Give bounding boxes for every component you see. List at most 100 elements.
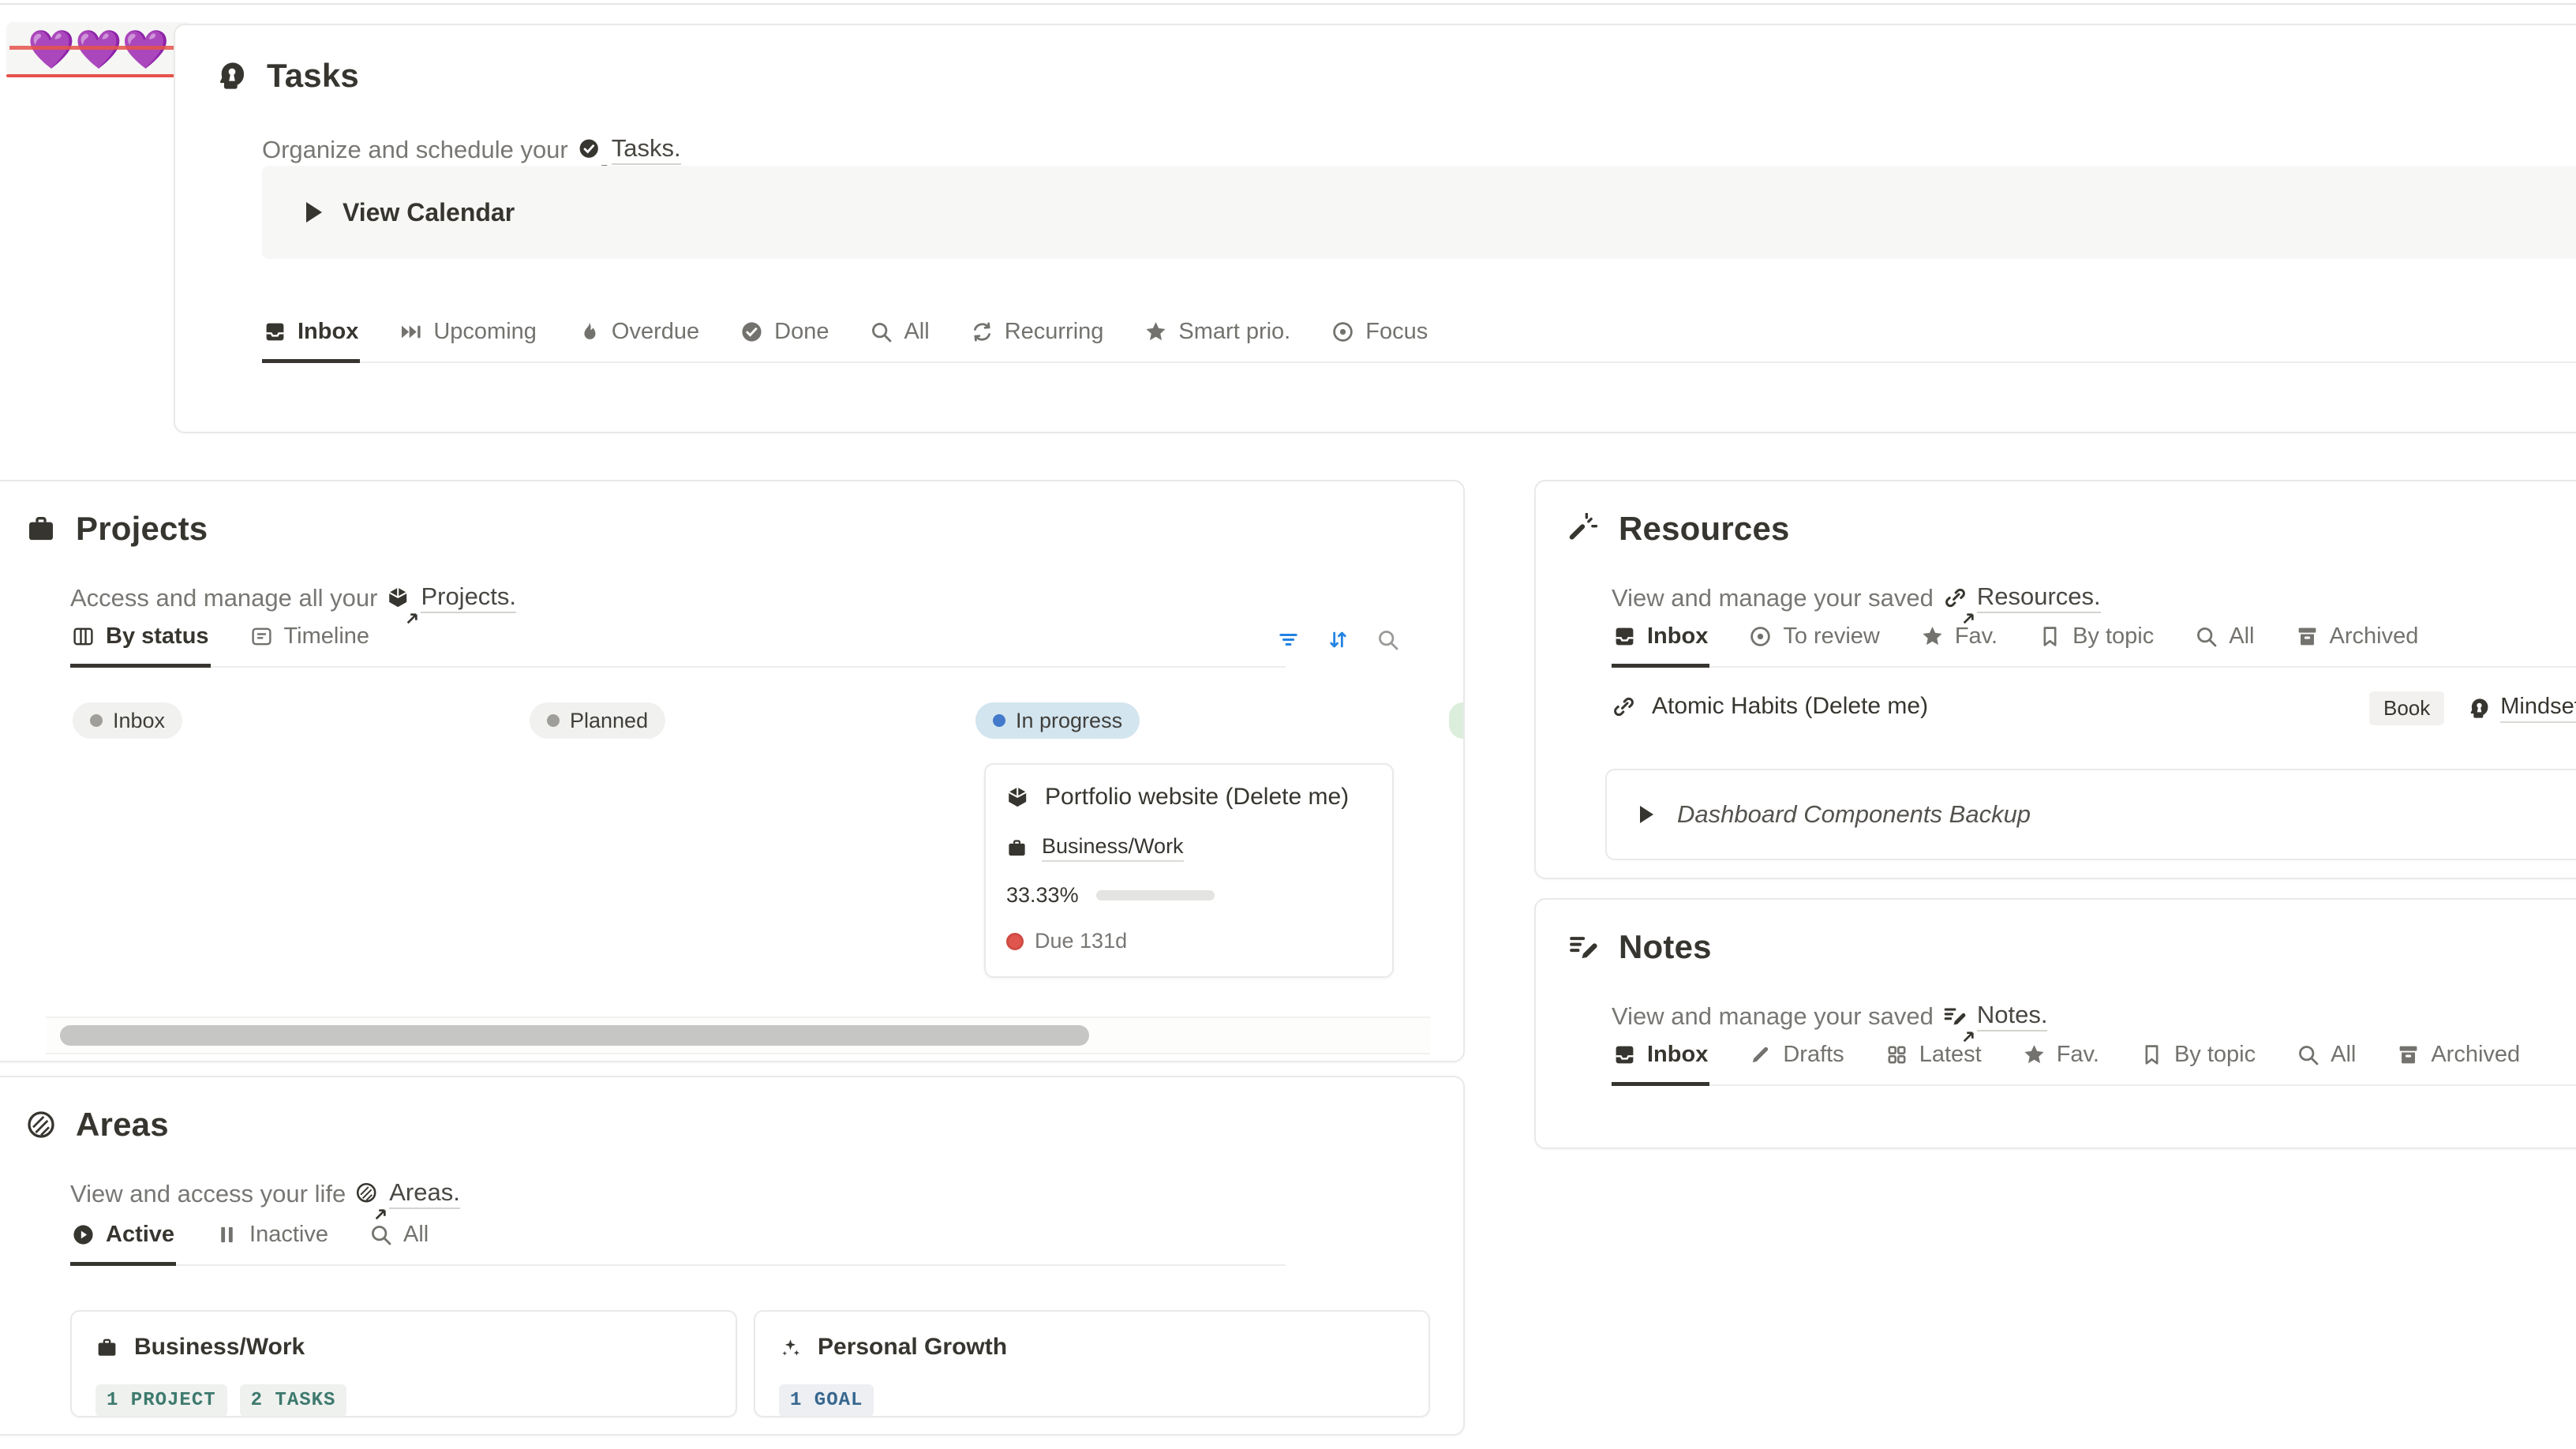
tab-smart-prio[interactable]: Smart prio. <box>1143 319 1292 363</box>
tab-active[interactable]: Active <box>70 1222 176 1266</box>
area-card-business-work[interactable]: Business/Work 1 PROJECT 2 TASKS <box>70 1310 737 1417</box>
tab-inactive[interactable]: Inactive <box>214 1222 330 1266</box>
scrollbar-track[interactable] <box>46 1017 1430 1054</box>
status-dot <box>993 714 1005 727</box>
project-area-row: Business/Work <box>1006 834 1184 862</box>
area-title: Business/Work <box>134 1334 305 1361</box>
resources-header: Resources <box>1568 510 1790 548</box>
projects-link[interactable]: Projects. <box>421 582 516 613</box>
tab-recurring[interactable]: Recurring <box>969 319 1106 363</box>
tab-by-topic[interactable]: By topic <box>2139 1042 2257 1086</box>
star-icon <box>1144 320 1167 343</box>
topic-link[interactable]: Mindset <box>2500 694 2576 723</box>
project-area-link[interactable]: Business/Work <box>1042 834 1184 862</box>
magic-wand-icon <box>1568 513 1600 545</box>
areas-link[interactable]: Areas. <box>389 1178 460 1209</box>
resource-item-row[interactable]: Atomic Habits (Delete me) <box>1612 693 1928 720</box>
tab-label: Archived <box>2330 623 2419 650</box>
tab-fav[interactable]: Fav. <box>1919 623 1999 668</box>
tasks-link[interactable]: Tasks. <box>612 134 681 165</box>
tab-all[interactable]: All <box>368 1222 430 1266</box>
hearts-text-block[interactable]: 💜💜💜 <box>6 22 191 76</box>
tab-focus[interactable]: Focus <box>1330 319 1429 363</box>
briefcase-icon <box>1006 837 1028 859</box>
resources-tabs: Inbox To review Fav. By topic All Archiv… <box>1612 623 2576 668</box>
resources-link[interactable]: Resources. <box>1977 582 2101 613</box>
bookmark-icon <box>2140 1043 2163 1066</box>
triangle-right-icon[interactable] <box>1640 806 1653 823</box>
search-icon <box>2297 1043 2320 1066</box>
search-icon <box>2195 625 2218 648</box>
tab-archived[interactable]: Archived <box>2395 1042 2522 1086</box>
tab-to-review[interactable]: To review <box>1747 623 1881 668</box>
recurring-icon <box>971 320 994 343</box>
tab-fav[interactable]: Fav. <box>2021 1042 2101 1086</box>
column-pill-planned[interactable]: Planned <box>530 702 665 739</box>
column-pill-inbox[interactable]: Inbox <box>73 702 182 739</box>
pencil-lines-icon <box>1568 931 1600 963</box>
tab-archived[interactable]: Archived <box>2294 623 2421 668</box>
link-arrow-icon <box>1943 586 1968 610</box>
column-label: In progress <box>1016 709 1122 733</box>
tab-drafts[interactable]: Drafts <box>1747 1042 1845 1086</box>
tab-overdue[interactable]: Overdue <box>576 319 701 363</box>
tab-label: Inactive <box>249 1222 328 1248</box>
tab-done[interactable]: Done <box>739 319 830 363</box>
search-icon[interactable] <box>1376 628 1399 651</box>
inbox-icon <box>1613 1043 1636 1066</box>
resources-description: View and manage your saved Resources. <box>1612 582 2101 613</box>
tab-upcoming[interactable]: Upcoming <box>398 319 538 363</box>
tab-label: Inbox <box>1647 623 1708 650</box>
bookmark-icon <box>2039 625 2061 648</box>
tab-label: Fav. <box>2057 1042 2099 1068</box>
project-item-card[interactable]: Portfolio website (Delete me) Business/W… <box>984 763 1394 978</box>
backup-toggle[interactable]: Dashboard Components Backup <box>1605 769 2576 860</box>
resource-item-meta: Book Mindset <box>2369 691 2576 725</box>
resource-title: Atomic Habits (Delete me) <box>1652 693 1928 720</box>
progress-bar <box>1096 890 1215 900</box>
tab-label: Focus <box>1365 319 1428 345</box>
tab-inbox[interactable]: Inbox <box>1612 1042 1709 1086</box>
projects-header: Projects <box>25 510 208 548</box>
notes-link[interactable]: Notes. <box>1977 1001 2048 1032</box>
topic-link-group[interactable]: Mindset <box>2468 694 2576 723</box>
timeline-icon <box>250 625 273 648</box>
tab-inbox[interactable]: Inbox <box>1612 623 1709 668</box>
tab-all[interactable]: All <box>2295 1042 2357 1086</box>
tab-label: Archived <box>2431 1042 2520 1068</box>
tab-timeline[interactable]: Timeline <box>249 623 372 668</box>
area-title: Personal Growth <box>818 1334 1007 1361</box>
tab-by-status[interactable]: By status <box>70 623 211 668</box>
tab-latest[interactable]: Latest <box>1884 1042 1983 1086</box>
view-calendar-toggle[interactable]: View Calendar <box>262 166 2576 259</box>
tab-by-topic[interactable]: By topic <box>2037 623 2155 668</box>
book-tag[interactable]: Book <box>2369 691 2444 725</box>
areas-title: Areas <box>76 1106 169 1144</box>
tab-label: Drafts <box>1783 1042 1844 1068</box>
areas-header: Areas <box>25 1106 169 1144</box>
area-title-row: Business/Work <box>95 1334 305 1361</box>
cube-icon <box>1006 785 1031 810</box>
tab-label: All <box>904 319 929 345</box>
column-label: Planned <box>570 709 648 733</box>
scrollbar-thumb[interactable] <box>60 1025 1089 1046</box>
sort-icon[interactable] <box>1327 628 1350 651</box>
triangle-right-icon[interactable] <box>306 202 322 223</box>
tab-label: All <box>403 1222 429 1248</box>
resources-desc-text: View and manage your saved <box>1612 584 1934 612</box>
tab-inbox[interactable]: Inbox <box>262 319 360 363</box>
projects-toolbar <box>1277 628 1399 651</box>
projects-description: Access and manage all your Projects. <box>70 582 516 613</box>
project-count-badge: 1 PROJECT <box>95 1384 227 1417</box>
circle-dot-icon <box>1749 625 1772 648</box>
tab-all[interactable]: All <box>868 319 930 363</box>
resources-title: Resources <box>1619 510 1790 548</box>
filter-icon[interactable] <box>1277 628 1300 651</box>
strikethrough-line <box>9 46 188 50</box>
search-icon <box>369 1223 392 1246</box>
check-circle-icon <box>740 320 763 343</box>
area-card-personal-growth[interactable]: Personal Growth 1 GOAL <box>754 1310 1430 1417</box>
tab-all[interactable]: All <box>2193 623 2256 668</box>
tab-label: All <box>2331 1042 2356 1068</box>
column-pill-in-progress[interactable]: In progress <box>975 702 1140 739</box>
